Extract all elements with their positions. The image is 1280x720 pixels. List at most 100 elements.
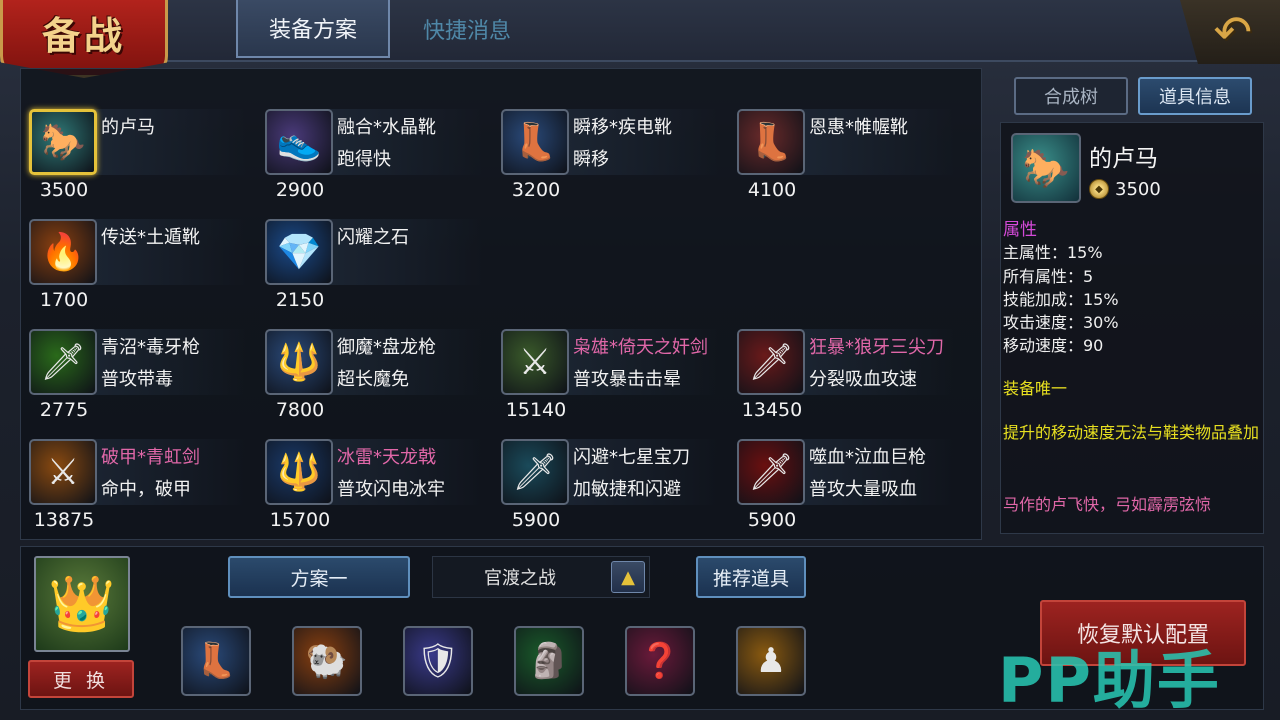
tab-item-info[interactable]: 道具信息 bbox=[1138, 77, 1252, 115]
item-icon[interactable]: 👢 bbox=[737, 109, 805, 175]
item-price: 2775 bbox=[39, 399, 89, 421]
item-name: 闪耀之石 bbox=[337, 227, 409, 248]
item-name: 融合*水晶靴 bbox=[337, 117, 436, 138]
item-price: 13875 bbox=[33, 509, 95, 531]
back-arrow-icon: ↶ bbox=[1213, 5, 1252, 59]
item-card[interactable]: 💎 闪耀之石 2150 bbox=[257, 217, 487, 323]
item-name: 的卢马 bbox=[101, 117, 155, 138]
item-price: 15140 bbox=[505, 399, 567, 421]
watermark: PP助手 bbox=[998, 644, 1221, 717]
item-icon[interactable]: 🗡 bbox=[737, 439, 805, 505]
attribute-line: 主属性：15% bbox=[1003, 243, 1103, 262]
item-card[interactable]: 👟 融合*水晶靴 跑得快 2900 bbox=[257, 107, 487, 213]
item-desc: 普攻带毒 bbox=[101, 369, 173, 390]
item-icon[interactable]: 🔥 bbox=[29, 219, 97, 285]
tab-equipment-plan[interactable]: 装备方案 bbox=[236, 0, 390, 58]
horse-icon: 🐎 bbox=[1011, 133, 1081, 203]
recommend-items-button[interactable]: 推荐道具 bbox=[696, 556, 806, 598]
item-icon[interactable]: 🔱 bbox=[265, 439, 333, 505]
item-desc: 加敏捷和闪避 bbox=[573, 479, 681, 500]
item-price: 4100 bbox=[747, 179, 797, 201]
replace-hero-button[interactable]: 更 换 bbox=[28, 660, 134, 698]
item-name: 噬血*泣血巨枪 bbox=[809, 447, 926, 468]
item-desc: 跑得快 bbox=[337, 149, 391, 170]
item-desc: 命中，破甲 bbox=[101, 479, 191, 500]
item-name: 传送*土遁靴 bbox=[101, 227, 200, 248]
attributes-header: 属性 bbox=[1003, 220, 1037, 240]
coin-icon: ◆ bbox=[1089, 179, 1109, 199]
item-desc: 普攻大量吸血 bbox=[809, 479, 917, 500]
plan-select-button[interactable]: 方案一 bbox=[228, 556, 410, 598]
item-icon[interactable]: 👢 bbox=[501, 109, 569, 175]
item-name: 冰雷*天龙戟 bbox=[337, 447, 436, 468]
item-info-panel: 🐎 的卢马 ◆ 3500 属性 主属性：15% 所有属性：5 技能加成：15% … bbox=[1000, 122, 1264, 534]
item-card[interactable]: 🔱 冰雷*天龙戟 普攻闪电冰牢 15700 bbox=[257, 437, 487, 543]
item-icon[interactable]: ⚔ bbox=[29, 439, 97, 505]
loadout-slot-icon[interactable]: ♟ bbox=[736, 626, 806, 696]
item-price: 13450 bbox=[741, 399, 803, 421]
item-icon[interactable]: 🔱 bbox=[265, 329, 333, 395]
flavor-text: 马作的卢飞快，弓如霹雳弦惊 bbox=[1003, 495, 1212, 514]
tab-quick-messages[interactable]: 快捷消息 bbox=[400, 0, 534, 58]
item-grid: 🐎 的卢马 3500 👟 融合*水晶靴 跑得快 2900 👢 瞬移*疾电靴 瞬移 3200 👢 恩惠*帷… bbox=[20, 68, 982, 540]
battle-select-label: 官渡之战 bbox=[484, 568, 556, 589]
item-card[interactable]: 🗡 闪避*七星宝刀 加敏捷和闪避 5900 bbox=[493, 437, 723, 543]
item-price: 15700 bbox=[269, 509, 331, 531]
attribute-line: 所有属性：5 bbox=[1003, 267, 1094, 286]
item-name: 青沼*毒牙枪 bbox=[101, 337, 200, 358]
loadout-slot-icon[interactable]: 🗿 bbox=[514, 626, 584, 696]
top-bar bbox=[0, 0, 1280, 62]
loadout-slot-icon[interactable]: 👢 bbox=[181, 626, 251, 696]
item-note: 提升的移动速度无法与鞋类物品叠加 bbox=[1003, 423, 1260, 442]
item-name: 瞬移*疾电靴 bbox=[573, 117, 672, 138]
item-price: 3500 bbox=[39, 179, 89, 201]
item-price: 5900 bbox=[747, 509, 797, 531]
item-price: 2150 bbox=[275, 289, 325, 311]
info-item-price: 3500 bbox=[1115, 179, 1161, 200]
item-icon[interactable]: 🗡 bbox=[501, 439, 569, 505]
item-card[interactable]: 🗡 狂暴*狼牙三尖刀 分裂吸血攻速 13450 bbox=[729, 327, 959, 433]
hero-avatar[interactable]: 👑 bbox=[34, 556, 130, 652]
tab-synthesis-tree[interactable]: 合成树 bbox=[1014, 77, 1128, 115]
info-item-name: 的卢马 bbox=[1089, 146, 1158, 172]
item-icon[interactable]: 🗡 bbox=[29, 329, 97, 395]
item-name: 闪避*七星宝刀 bbox=[573, 447, 690, 468]
attribute-line: 攻击速度：30% bbox=[1003, 313, 1119, 332]
item-card[interactable]: ⚔ 枭雄*倚天之奸剑 普攻暴击击晕 15140 bbox=[493, 327, 723, 433]
item-name: 御魔*盘龙枪 bbox=[337, 337, 436, 358]
item-card[interactable]: 🐎 的卢马 3500 bbox=[21, 107, 251, 213]
item-card[interactable]: 🗡 青沼*毒牙枪 普攻带毒 2775 bbox=[21, 327, 251, 433]
loadout-slot-icon[interactable]: 🛡 bbox=[403, 626, 473, 696]
item-card[interactable]: 🗡 噬血*泣血巨枪 普攻大量吸血 5900 bbox=[729, 437, 959, 543]
item-desc: 普攻暴击击晕 bbox=[573, 369, 681, 390]
item-card[interactable]: ⚔ 破甲*青虹剑 命中，破甲 13875 bbox=[21, 437, 251, 543]
loadout-slot-icon[interactable]: ❓ bbox=[625, 626, 695, 696]
page-title: 备战 bbox=[41, 13, 126, 58]
item-desc: 瞬移 bbox=[573, 149, 609, 170]
item-card[interactable]: 🔱 御魔*盘龙枪 超长魔免 7800 bbox=[257, 327, 487, 433]
item-desc: 分裂吸血攻速 bbox=[809, 369, 917, 390]
item-desc: 超长魔免 bbox=[337, 369, 409, 390]
item-icon[interactable]: 👟 bbox=[265, 109, 333, 175]
item-card[interactable]: 👢 瞬移*疾电靴 瞬移 3200 bbox=[493, 107, 723, 213]
item-name: 狂暴*狼牙三尖刀 bbox=[809, 337, 944, 358]
item-icon[interactable]: 🐎 bbox=[29, 109, 97, 175]
item-name: 恩惠*帷幄靴 bbox=[809, 117, 908, 138]
item-price: 5900 bbox=[511, 509, 561, 531]
battle-select[interactable]: 官渡之战 ▲ bbox=[432, 556, 650, 598]
item-price: 3200 bbox=[511, 179, 561, 201]
item-icon[interactable]: ⚔ bbox=[501, 329, 569, 395]
attribute-line: 移动速度：90 bbox=[1003, 336, 1104, 355]
unique-label: 装备唯一 bbox=[1003, 379, 1068, 398]
item-price: 2900 bbox=[275, 179, 325, 201]
item-desc: 普攻闪电冰牢 bbox=[337, 479, 445, 500]
item-card[interactable]: 🔥 传送*土遁靴 1700 bbox=[21, 217, 251, 323]
item-price: 1700 bbox=[39, 289, 89, 311]
item-card[interactable]: 👢 恩惠*帷幄靴 4100 bbox=[729, 107, 959, 213]
arrow-up-icon[interactable]: ▲ bbox=[611, 561, 645, 593]
loadout-slot-icon[interactable]: 🐏 bbox=[292, 626, 362, 696]
item-icon[interactable]: 🗡 bbox=[737, 329, 805, 395]
item-icon[interactable]: 💎 bbox=[265, 219, 333, 285]
item-name: 枭雄*倚天之奸剑 bbox=[573, 337, 708, 358]
attribute-line: 技能加成：15% bbox=[1003, 290, 1119, 309]
